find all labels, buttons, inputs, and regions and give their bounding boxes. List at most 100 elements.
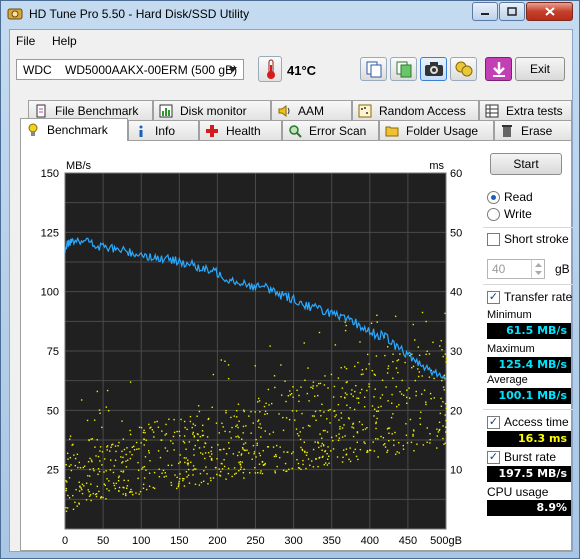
average-value: 100.1 MB/s [487, 388, 571, 404]
access-time-point [137, 461, 139, 464]
download-button[interactable] [485, 57, 512, 81]
access-time-point [87, 460, 90, 463]
access-time-point [95, 455, 97, 457]
access-time-point [227, 364, 230, 366]
access-time-checkbox[interactable]: ✓ Access time [487, 415, 569, 429]
access-time-point [274, 470, 276, 472]
access-time-point [171, 464, 173, 467]
short-stroke-spinner[interactable] [531, 260, 544, 278]
access-time-point [299, 438, 302, 441]
read-radio-dot [487, 190, 500, 204]
save-screenshot-button[interactable] [390, 57, 417, 81]
access-time-point [377, 456, 379, 458]
read-radio[interactable]: Read [487, 190, 533, 204]
access-time-point [224, 430, 226, 433]
access-time-point [259, 472, 262, 474]
access-time-point [313, 415, 315, 417]
camera-icon [424, 62, 443, 76]
access-time-point [187, 462, 190, 465]
copy-button[interactable] [360, 57, 387, 81]
access-time-point [129, 429, 131, 432]
access-time-point [258, 426, 260, 429]
access-time-point [198, 484, 201, 486]
options-button[interactable] [450, 57, 477, 81]
tab-erase[interactable]: Erase [494, 120, 572, 140]
tab-extra-tests[interactable]: Extra tests [479, 100, 572, 120]
access-time-point [403, 394, 405, 396]
access-time-point [260, 427, 262, 429]
access-time-point [300, 446, 302, 449]
access-time-point [211, 459, 213, 461]
app-icon [7, 8, 23, 20]
y-tick-label-left: 75 [47, 346, 59, 358]
access-time-point [172, 442, 174, 445]
access-time-point [212, 477, 215, 479]
access-time-point [319, 410, 321, 412]
access-time-point [321, 437, 323, 439]
access-time-point [425, 401, 427, 403]
access-time-point [187, 464, 189, 466]
short-stroke-checkbox[interactable]: Short stroke [487, 232, 569, 246]
access-time-point [398, 404, 400, 406]
access-time-point [168, 418, 170, 420]
access-time-point [366, 389, 368, 392]
access-time-point [96, 390, 99, 393]
access-time-point [68, 477, 71, 479]
access-time-point [138, 426, 141, 429]
access-time-point [232, 453, 235, 455]
access-time-point [301, 412, 303, 415]
maximize-button[interactable] [499, 2, 525, 21]
minimize-button[interactable] [472, 2, 498, 21]
burst-rate-checkbox[interactable]: ✓ Burst rate [487, 450, 556, 464]
menu-help[interactable]: Help [52, 34, 77, 48]
access-time-point [437, 431, 440, 433]
access-time-point [322, 455, 324, 458]
access-time-point [292, 396, 294, 398]
access-time-point [406, 402, 408, 405]
access-time-point [321, 403, 323, 406]
title-bar[interactable]: HD Tune Pro 5.50 - Hard Disk/SSD Utility [1, 1, 579, 29]
access-time-point [143, 429, 145, 432]
access-time-point [258, 463, 261, 465]
tab-benchmark[interactable]: Benchmark [20, 118, 128, 141]
tab-random-access[interactable]: Random Access [352, 100, 479, 120]
access-time-point [201, 434, 204, 437]
access-time-point [129, 457, 132, 460]
tab-info[interactable]: Info [128, 120, 199, 140]
tab-health[interactable]: Health [199, 120, 282, 140]
tab-error-scan[interactable]: Error Scan [282, 120, 379, 140]
access-time-point [105, 498, 107, 500]
access-time-point [426, 427, 428, 429]
close-button[interactable] [526, 2, 573, 21]
access-time-point [117, 476, 120, 479]
access-time-point [328, 455, 330, 458]
divider [483, 284, 573, 285]
access-time-point [200, 452, 202, 454]
access-time-point [190, 461, 192, 464]
tab-file-benchmark[interactable]: File Benchmark [28, 100, 153, 120]
transfer-rate-checkbox[interactable]: ✓ Transfer rate [487, 290, 572, 304]
menu-file[interactable]: File [16, 34, 35, 48]
access-time-point [245, 425, 247, 427]
access-time-point [320, 445, 322, 447]
access-time-point [356, 431, 359, 433]
access-time-point [396, 405, 398, 408]
tab-aam[interactable]: AAM [271, 100, 352, 120]
access-time-point [218, 432, 220, 434]
access-time-point [179, 435, 181, 437]
access-time-point [433, 377, 435, 380]
access-time-point [197, 439, 199, 442]
access-time-point [349, 460, 352, 463]
screenshot-button[interactable] [420, 57, 447, 81]
access-time-point [148, 452, 150, 454]
tab-folder-usage[interactable]: Folder Usage [379, 120, 494, 140]
write-radio[interactable]: Write [487, 207, 532, 221]
drive-select[interactable]: WDC WD5000AAKX-00ERM (500 gB) [16, 59, 244, 80]
access-time-point [344, 435, 346, 437]
tab-disk-monitor[interactable]: Disk monitor [153, 100, 271, 120]
exit-button[interactable]: Exit [515, 57, 565, 81]
access-time-point [386, 372, 389, 374]
access-time-point [309, 464, 311, 467]
access-time-point [384, 443, 386, 445]
start-button[interactable]: Start [490, 153, 562, 175]
